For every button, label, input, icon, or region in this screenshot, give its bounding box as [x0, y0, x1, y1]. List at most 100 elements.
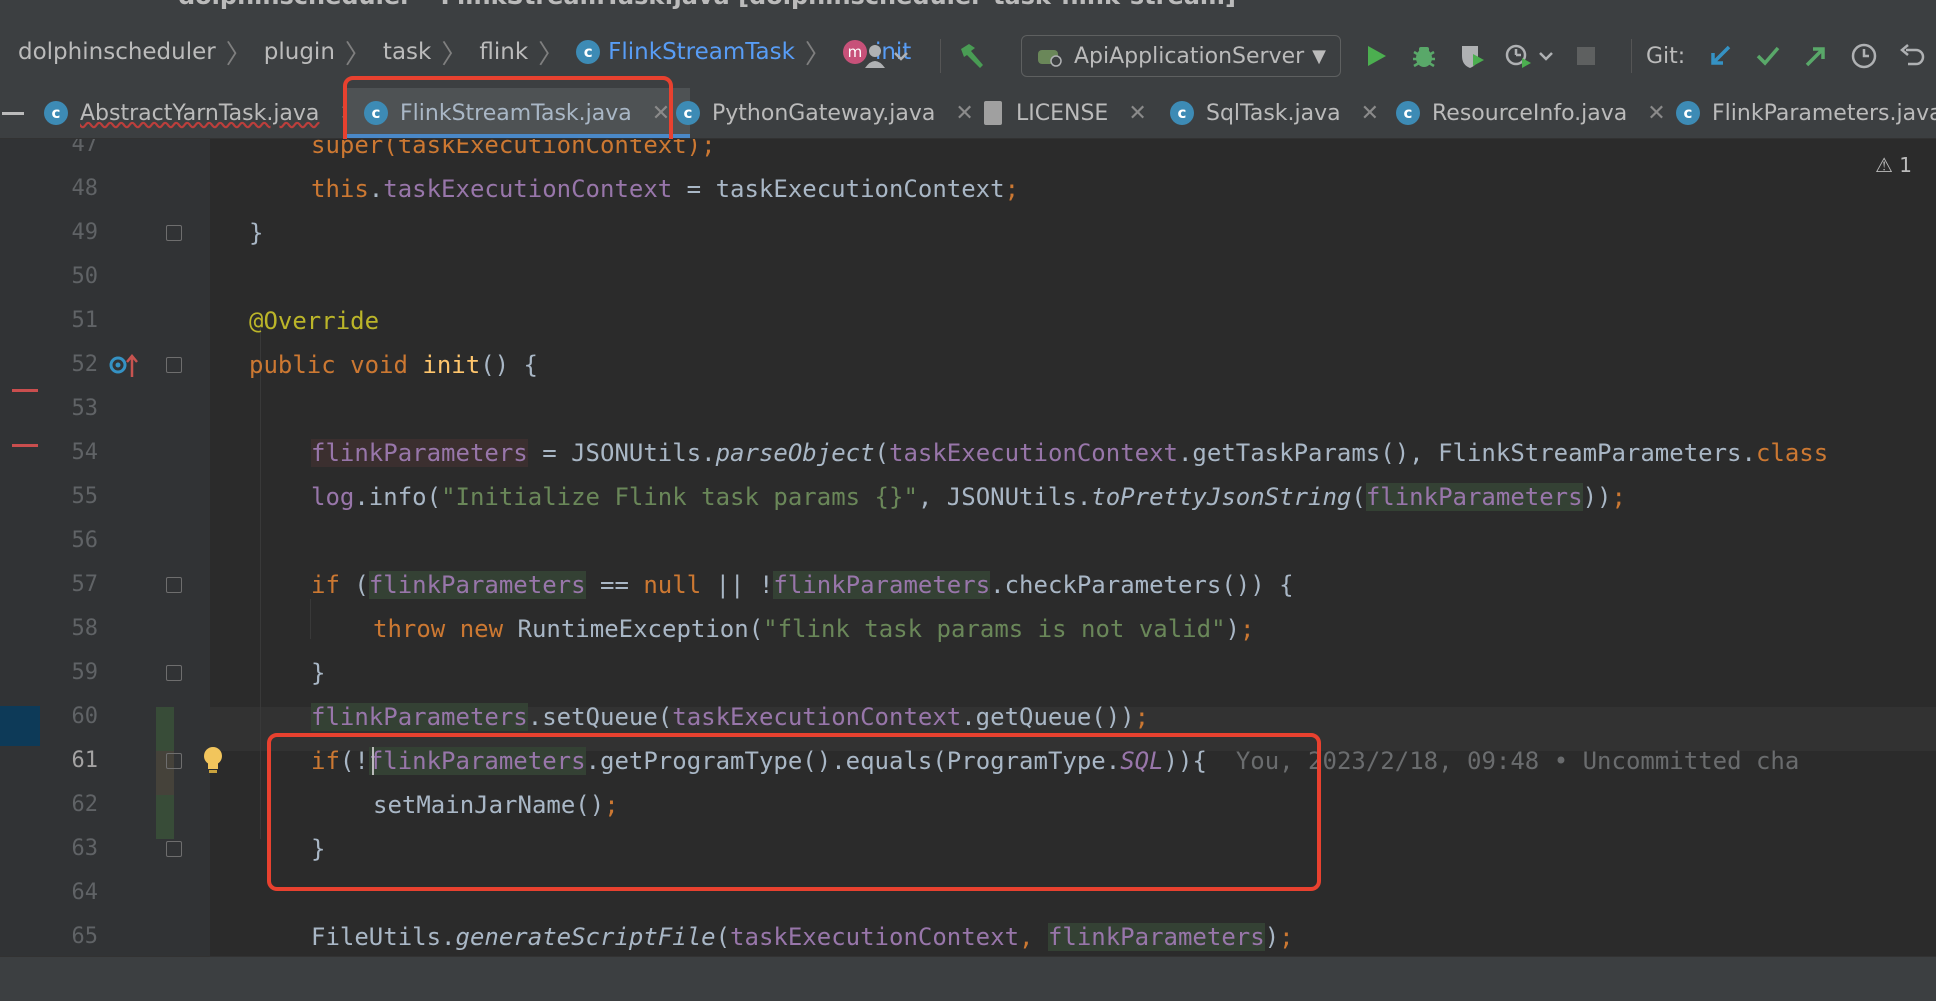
lightbulb-icon[interactable]: [202, 745, 224, 779]
code-token: (: [715, 923, 731, 951]
code-token: = JSONUtils.: [527, 439, 716, 467]
code-token: generateScriptFile: [455, 923, 716, 951]
code-token: toPrettyJsonString: [1091, 483, 1352, 511]
code-line: 56: [0, 519, 1936, 563]
code-token: (: [339, 571, 369, 599]
line-number: 64: [71, 880, 99, 905]
code-line: 48 this.taskExecutionContext = taskExecu…: [0, 167, 1936, 211]
code-token: class: [1755, 439, 1829, 467]
code-text: public void init() {: [249, 343, 538, 387]
code-token: }: [249, 219, 264, 247]
fold-marker-icon[interactable]: [166, 225, 182, 241]
status-bar: [0, 956, 1936, 1001]
fold-marker-icon[interactable]: [166, 841, 182, 857]
code-token: taskExecutionContext: [889, 439, 1178, 467]
tab-flinkparameters[interactable]: c FlinkParameters.java: [1676, 88, 1936, 138]
window-titlebar: dolphinscheduler – FlinkStreamTask.java …: [0, 0, 1936, 10]
code-text: @Override: [249, 299, 379, 343]
line-number: 61: [71, 748, 99, 773]
spring-boot-icon: [1038, 50, 1062, 67]
breadcrumb-item-flinkstreamtask[interactable]: c FlinkStreamTask 〉: [576, 34, 843, 71]
code-line: 59 }: [0, 651, 1936, 695]
tab-label: PythonGateway.java: [712, 100, 936, 126]
run-configuration-label: ApiApplicationServer: [1074, 43, 1305, 69]
run-configuration-select[interactable]: ApiApplicationServer ▼: [1021, 35, 1341, 77]
code-token: null: [643, 571, 702, 599]
git-update-icon[interactable]: [1703, 39, 1737, 73]
code-token: (: [874, 439, 889, 467]
run-icon[interactable]: [1359, 39, 1393, 73]
tab-abstractyarntask[interactable]: c AbstractYarnTask.java ✕: [44, 88, 358, 138]
close-icon[interactable]: ✕: [1647, 101, 1665, 126]
breadcrumb: dolphinscheduler 〉 plugin 〉 task 〉 flink 〉 c…: [0, 34, 911, 70]
line-number: 65: [71, 924, 99, 949]
code-text: log.info("Initialize Flink task params {…: [311, 475, 1626, 519]
code-token: "Initialize Flink task params {}": [441, 483, 918, 511]
debug-icon[interactable]: [1407, 39, 1441, 73]
override-method-icon[interactable]: [108, 351, 142, 383]
rollback-icon[interactable]: [1895, 39, 1929, 73]
line-number: 53: [71, 396, 99, 421]
user-dropdown-icon[interactable]: [860, 39, 912, 73]
code-token: flinkParameters: [773, 571, 991, 599]
code-token: init: [422, 351, 481, 379]
stop-icon[interactable]: [1569, 39, 1603, 73]
breadcrumb-item-dolphinscheduler[interactable]: dolphinscheduler 〉: [18, 34, 264, 71]
coverage-icon[interactable]: [1455, 39, 1489, 73]
fold-marker-icon[interactable]: [166, 577, 182, 593]
close-icon[interactable]: ✕: [1128, 101, 1146, 126]
profiler-icon[interactable]: [1503, 39, 1555, 73]
code-token: flinkParameters: [1365, 483, 1583, 511]
fold-marker-icon[interactable]: [166, 357, 182, 373]
code-token: ): [1225, 615, 1240, 643]
code-token: .: [368, 175, 384, 203]
chevron-right-icon: 〉: [225, 39, 252, 70]
class-icon: c: [1170, 101, 1194, 125]
build-hammer-icon[interactable]: [955, 39, 989, 73]
code-line: 47 super(taskExecutionContext);: [0, 139, 1936, 167]
breadcrumb-item-plugin[interactable]: plugin 〉: [264, 34, 383, 71]
history-clock-icon[interactable]: [1847, 39, 1881, 73]
git-commit-icon[interactable]: [1751, 39, 1785, 73]
breadcrumb-item-task[interactable]: task 〉: [383, 34, 479, 71]
tab-sqltask[interactable]: c SqlTask.java ✕: [1170, 88, 1379, 138]
code-line: 57 if (flinkParameters == null || !flink…: [0, 563, 1936, 607]
code-token: super(taskExecutionContext);: [311, 139, 716, 159]
code-token: .getTaskParams(), FlinkStreamParameters.: [1177, 439, 1756, 467]
tab-label: FlinkParameters.java: [1712, 100, 1936, 126]
tab-resourceinfo[interactable]: c ResourceInfo.java ✕: [1396, 88, 1666, 138]
line-number: 54: [71, 440, 99, 465]
navigation-bar: dolphinscheduler 〉 plugin 〉 task 〉 flink 〉 c…: [0, 10, 1936, 100]
fold-marker-icon[interactable]: [166, 753, 182, 769]
line-number: 47: [71, 139, 99, 157]
line-number: 49: [71, 220, 99, 245]
line-number: 50: [71, 264, 99, 289]
editor-tab-bar: c AbstractYarnTask.java ✕ c FlinkStreamT…: [0, 88, 1936, 139]
tab-label: LICENSE: [1016, 100, 1109, 126]
code-token: flinkParameters: [311, 703, 528, 731]
code-token: ;: [1239, 615, 1255, 643]
code-token: throw new: [373, 615, 518, 643]
code-text: throw new RuntimeException("flink task p…: [373, 607, 1254, 651]
text-file-icon: [984, 101, 1002, 125]
code-token: = taskExecutionContext: [672, 175, 1005, 203]
caret-down-icon: ▼: [1312, 45, 1326, 67]
code-text: this.taskExecutionContext = taskExecutio…: [311, 167, 1019, 211]
close-icon[interactable]: ✕: [955, 101, 973, 126]
code-token: flinkParameters: [1047, 923, 1265, 951]
tab-license[interactable]: LICENSE ✕: [984, 88, 1147, 138]
code-token: flinkParameters: [311, 439, 528, 467]
code-token: }: [311, 659, 326, 687]
class-icon: c: [576, 40, 601, 64]
tab-label: AbstractYarnTask.java: [80, 100, 320, 126]
line-number: 48: [71, 176, 99, 201]
code-text: super(taskExecutionContext);: [311, 139, 716, 167]
tab-pythongateway[interactable]: c PythonGateway.java ✕: [676, 88, 974, 138]
close-icon[interactable]: ✕: [1361, 101, 1379, 126]
breadcrumb-item-flink[interactable]: flink 〉: [479, 34, 576, 71]
git-push-icon[interactable]: [1799, 39, 1833, 73]
code-token: parseObject: [715, 439, 875, 467]
fold-marker-icon[interactable]: [166, 665, 182, 681]
code-line: 50: [0, 255, 1936, 299]
tab-overflow-menu[interactable]: [0, 88, 30, 138]
